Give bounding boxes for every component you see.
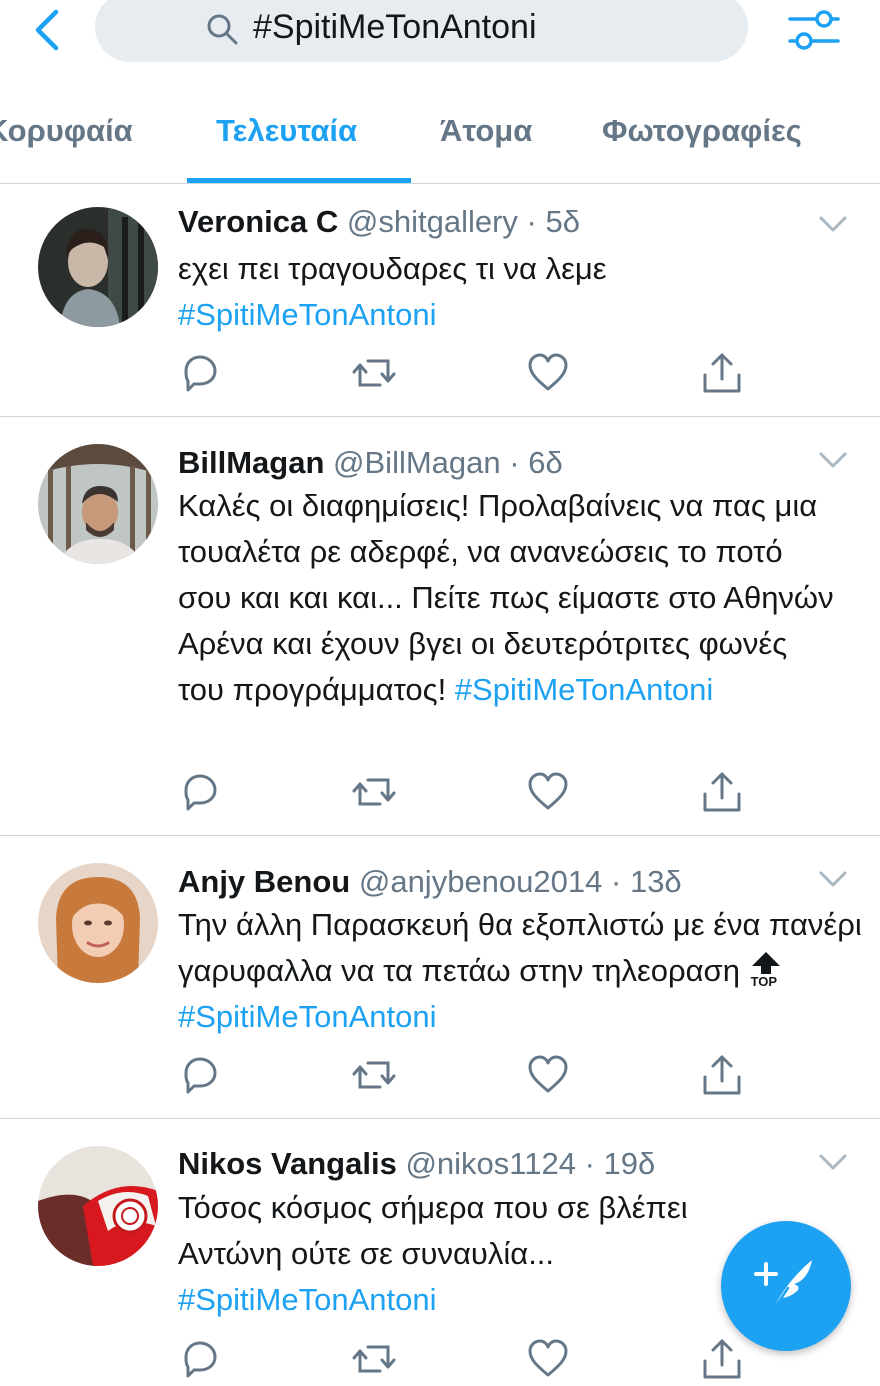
author-name[interactable]: Anjy Benou — [178, 864, 350, 899]
share-button[interactable] — [700, 770, 744, 814]
tweet-time: 19δ — [603, 1146, 656, 1181]
filter-sliders-icon — [788, 10, 840, 50]
avatar[interactable] — [38, 444, 158, 564]
hashtag-link[interactable]: #SpitiMeTonAntoni — [178, 297, 437, 332]
like-button[interactable] — [526, 1337, 570, 1381]
tweet-actions — [178, 1337, 778, 1381]
tweet[interactable]: BillMagan @BillMagan · 6δ Καλές οι διαφη… — [0, 417, 880, 835]
tab-photos[interactable]: Φωτογραφίες — [602, 113, 802, 149]
search-query[interactable]: #SpitiMeTonAntoni — [253, 8, 537, 47]
share-button[interactable] — [700, 1053, 744, 1097]
tweet[interactable]: Veronica C @shitgallery · 5δ εχει πει τρ… — [0, 184, 880, 416]
avatar[interactable] — [38, 863, 158, 983]
retweet-icon — [352, 1061, 396, 1089]
avatar[interactable] — [38, 207, 158, 327]
top-emoji-label: TOP — [750, 974, 778, 989]
tab-people[interactable]: Άτομα — [440, 113, 532, 149]
separator-dot: · — [611, 864, 622, 899]
reply-icon — [184, 1057, 217, 1094]
separator-dot: · — [526, 204, 537, 239]
author-handle[interactable]: @anjybenou2014 — [359, 864, 603, 899]
author-handle[interactable]: @nikos1124 — [405, 1146, 576, 1181]
tweet-header: Veronica C @shitgallery · 5δ — [178, 204, 580, 240]
chevron-down-icon[interactable] — [818, 450, 848, 470]
retweet-icon — [352, 359, 396, 387]
tab-top[interactable]: Κορυφαία — [0, 113, 133, 149]
search-tabs: Κορυφαία Τελευταία Άτομα Φωτογραφίες — [0, 95, 880, 185]
tweet-text: Τόσος κόσμος σήμερα που σε βλέπει Αντώνη… — [178, 1185, 788, 1323]
tweet[interactable]: Anjy Benou @anjybenou2014 · 13δ Την άλλη… — [0, 836, 880, 1118]
author-name[interactable]: BillMagan — [178, 445, 324, 480]
tweet-time: 6δ — [528, 445, 563, 480]
tweet-header: BillMagan @BillMagan · 6δ — [178, 445, 563, 481]
back-button[interactable] — [28, 6, 68, 52]
tab-latest[interactable]: Τελευταία — [216, 113, 357, 149]
reply-icon — [184, 355, 217, 392]
tweet-body: Τόσος κόσμος σήμερα που σε βλέπει Αντώνη… — [178, 1190, 688, 1271]
reply-button[interactable] — [178, 1053, 222, 1097]
filter-button[interactable] — [786, 6, 842, 52]
top-bar: #SpitiMeTonAntoni — [0, 0, 880, 70]
chevron-down-icon[interactable] — [818, 869, 848, 889]
hashtag-link[interactable]: #SpitiMeTonAntoni — [455, 672, 714, 707]
hashtag-link[interactable]: #SpitiMeTonAntoni — [178, 1282, 437, 1317]
chevron-down-icon[interactable] — [818, 214, 848, 234]
reply-icon — [184, 1341, 217, 1378]
avatar[interactable] — [38, 1146, 158, 1266]
search-icon — [207, 14, 238, 45]
share-icon — [703, 1339, 741, 1379]
retweet-button[interactable] — [352, 1337, 396, 1381]
tweet-actions — [178, 770, 778, 814]
tweet-body: εχει πει τραγουδαρες τι να λεμε — [178, 251, 607, 286]
tweet-time: 13δ — [629, 864, 682, 899]
retweet-icon — [352, 778, 396, 806]
share-icon — [703, 1055, 741, 1095]
tweet-text: Την άλλη Παρασκευή θα εξοπλιστώ με ένα π… — [178, 902, 868, 1040]
like-button[interactable] — [526, 770, 570, 814]
author-handle[interactable]: @BillMagan — [333, 445, 501, 480]
author-name[interactable]: Nikos Vangalis — [178, 1146, 397, 1181]
tweet-text: Καλές οι διαφημίσεις! Προλαβαίνεις να πα… — [178, 483, 838, 713]
separator-dot: · — [584, 1146, 595, 1181]
like-button[interactable] — [526, 1053, 570, 1097]
compose-tweet-icon — [754, 1260, 812, 1314]
author-handle[interactable]: @shitgallery — [347, 204, 518, 239]
retweet-icon — [352, 1345, 396, 1373]
share-icon — [703, 772, 741, 812]
retweet-button[interactable] — [352, 1053, 396, 1097]
heart-icon — [528, 772, 568, 810]
tweet-time: 5δ — [545, 204, 580, 239]
search-field[interactable]: #SpitiMeTonAntoni — [95, 0, 748, 62]
reply-button[interactable] — [178, 351, 222, 395]
retweet-button[interactable] — [352, 770, 396, 814]
author-name[interactable]: Veronica C — [178, 204, 338, 239]
top-arrow-emoji: TOP — [749, 951, 783, 991]
tweet-actions — [178, 1053, 778, 1097]
reply-button[interactable] — [178, 1337, 222, 1381]
chevron-down-icon[interactable] — [818, 1152, 848, 1172]
heart-icon — [528, 1055, 568, 1093]
retweet-button[interactable] — [352, 351, 396, 395]
share-icon — [703, 353, 741, 393]
tweet-header: Anjy Benou @anjybenou2014 · 13δ — [178, 864, 682, 900]
hashtag-link[interactable]: #SpitiMeTonAntoni — [178, 999, 437, 1034]
reply-icon — [184, 774, 217, 811]
tweet-text: εχει πει τραγουδαρες τι να λεμε #SpitiMe… — [178, 246, 868, 338]
heart-icon — [528, 353, 568, 391]
like-button[interactable] — [526, 351, 570, 395]
compose-tweet-button[interactable] — [721, 1221, 851, 1351]
chevron-left-icon — [35, 9, 59, 51]
heart-icon — [528, 1339, 568, 1377]
tweet-header: Nikos Vangalis @nikos1124 · 19δ — [178, 1146, 655, 1182]
share-button[interactable] — [700, 1337, 744, 1381]
tweet-actions — [178, 351, 778, 395]
share-button[interactable] — [700, 351, 744, 395]
reply-button[interactable] — [178, 770, 222, 814]
separator-dot: · — [509, 445, 520, 480]
